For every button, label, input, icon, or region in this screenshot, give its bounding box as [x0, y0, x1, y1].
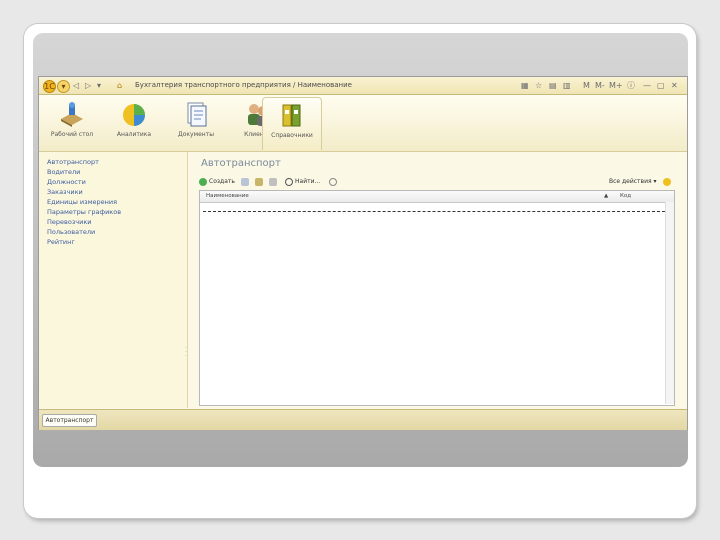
- section-label: Документы: [178, 131, 214, 138]
- cancel-search-icon[interactable]: [329, 176, 339, 188]
- nav-item-customers[interactable]: Заказчики: [47, 188, 83, 196]
- nav-item-vehicles[interactable]: Автотранспорт: [47, 158, 99, 166]
- edit-icon[interactable]: [255, 176, 265, 188]
- nav-item-schedule-params[interactable]: Параметры графиков: [47, 208, 121, 216]
- open-window-tab[interactable]: Автотранспорт: [42, 414, 97, 427]
- sort-arrow-icon[interactable]: ▲: [604, 191, 608, 202]
- open-windows-bar: Автотранспорт: [39, 409, 687, 430]
- nav-item-drivers[interactable]: Водители: [47, 168, 80, 176]
- section-label: Рабочий стол: [50, 131, 94, 138]
- calculator-icon[interactable]: ▤: [549, 80, 557, 91]
- table-header: Наименование ▲ Код: [200, 191, 674, 203]
- selected-row[interactable]: [203, 211, 665, 212]
- navigation-panel: Автотранспорт Водители Должности Заказчи…: [39, 152, 188, 408]
- section-label: Справочники: [271, 132, 313, 139]
- forward-arrow-icon[interactable]: ▷: [85, 80, 91, 91]
- vertical-scrollbar[interactable]: [665, 202, 674, 404]
- window-title: Бухгалтерия транспортного предприятия / …: [135, 81, 352, 89]
- list-table[interactable]: Наименование ▲ Код: [199, 190, 675, 406]
- panel-splitter-handle[interactable]: · · ·: [185, 346, 187, 360]
- section-desktop[interactable]: Рабочий стол: [43, 97, 101, 149]
- section-documents[interactable]: Документы: [167, 97, 225, 149]
- window-titlebar: 1С ▾ ◁ ▷ ▾ ⌂ Бухгалтерия транспортного п…: [39, 77, 687, 95]
- memory-minus-icon[interactable]: M-: [595, 80, 605, 91]
- favorites-icon[interactable]: ▦: [521, 80, 529, 91]
- create-button[interactable]: Создать: [199, 176, 235, 188]
- sections-panel: Рабочий стол Аналитика Документы Клиенты…: [39, 95, 687, 152]
- dropdown-icon[interactable]: ▾: [57, 80, 70, 93]
- info-icon[interactable]: ⓘ: [627, 80, 635, 91]
- calendar-icon[interactable]: ▥: [563, 80, 571, 91]
- find-button[interactable]: Найти...: [285, 176, 320, 188]
- history-dropdown-icon[interactable]: ▾: [97, 80, 101, 91]
- desktop-icon: [61, 102, 83, 127]
- form-title: Автотранспорт: [201, 158, 281, 169]
- all-actions-label: Все действия: [609, 178, 652, 185]
- home-icon[interactable]: ⌂: [117, 80, 122, 91]
- nav-item-positions[interactable]: Должности: [47, 178, 86, 186]
- documents-icon: [187, 102, 207, 127]
- memory-plus-icon[interactable]: M: [583, 80, 590, 91]
- pie-chart-icon: [123, 104, 145, 126]
- app-menu-icon[interactable]: 1С: [43, 80, 56, 93]
- maximize-icon[interactable]: ▢: [657, 80, 665, 91]
- nav-item-users[interactable]: Пользователи: [47, 228, 95, 236]
- column-header-code[interactable]: Код: [620, 191, 631, 202]
- app-window: 1С ▾ ◁ ▷ ▾ ⌂ Бухгалтерия транспортного п…: [38, 76, 688, 430]
- section-catalogs[interactable]: Справочники: [262, 97, 322, 150]
- all-actions-button[interactable]: Все действия ▾: [609, 176, 657, 188]
- column-header-name[interactable]: Наименование: [206, 191, 249, 202]
- copy-icon[interactable]: [241, 176, 251, 188]
- add-icon: [199, 177, 207, 186]
- section-label: Аналитика: [116, 131, 152, 138]
- form-area: Автотранспорт Создать Найти... Все дейст…: [191, 152, 685, 408]
- binders-icon: [282, 104, 301, 127]
- section-analytics[interactable]: Аналитика: [105, 97, 163, 149]
- minimize-icon[interactable]: —: [643, 80, 651, 91]
- nav-item-units[interactable]: Единицы измерения: [47, 198, 117, 206]
- close-icon[interactable]: ✕: [671, 80, 678, 91]
- search-icon: [285, 177, 293, 186]
- nav-item-carriers[interactable]: Перевозчики: [47, 218, 92, 226]
- back-arrow-icon[interactable]: ◁: [73, 80, 79, 91]
- memory-clear-icon[interactable]: M+: [609, 80, 623, 91]
- nav-item-rating[interactable]: Рейтинг: [47, 238, 75, 246]
- delete-mark-icon[interactable]: [269, 176, 279, 188]
- help-icon[interactable]: [663, 176, 673, 188]
- create-label: Создать: [209, 178, 235, 185]
- history-icon[interactable]: ☆: [535, 80, 542, 91]
- find-label: Найти...: [295, 178, 321, 185]
